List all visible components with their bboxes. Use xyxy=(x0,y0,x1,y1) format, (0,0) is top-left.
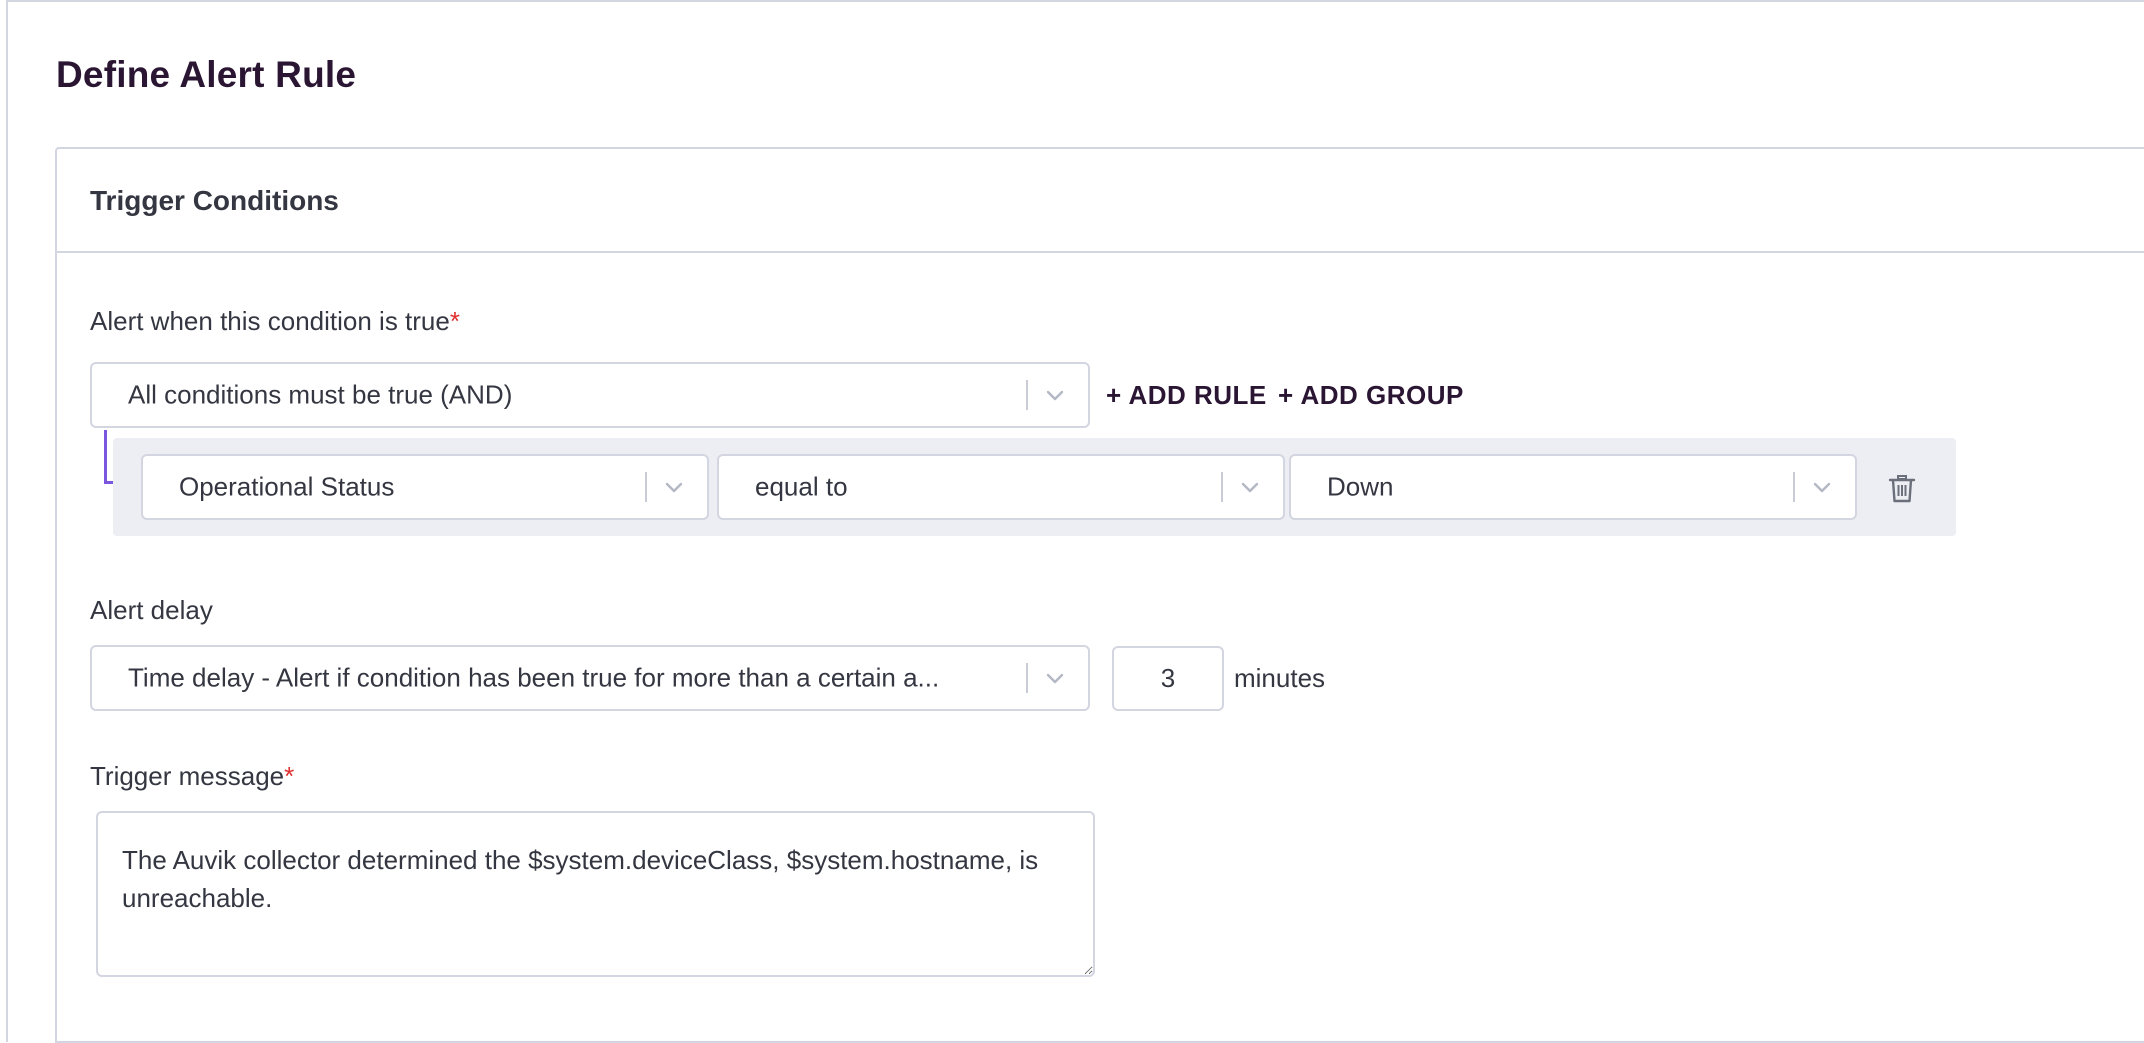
chevron-down-icon xyxy=(665,482,683,493)
trash-icon[interactable] xyxy=(1885,472,1919,506)
chevron-down-icon xyxy=(1046,390,1064,401)
rule-operator-select-value: equal to xyxy=(755,471,848,502)
condition-label: Alert when this condition is true* xyxy=(90,306,460,337)
select-separator xyxy=(1221,472,1223,502)
trigger-message-textarea[interactable]: The Auvik collector determined the $syst… xyxy=(96,811,1095,977)
select-separator xyxy=(1026,663,1028,693)
add-rule-button[interactable]: + ADD RULE xyxy=(1106,380,1267,411)
card-title: Trigger Conditions xyxy=(90,185,339,216)
rule-value-select[interactable]: Down xyxy=(1289,454,1857,520)
select-separator xyxy=(1793,472,1795,502)
alert-rule-page: Define Alert Rule Trigger Conditions Ale… xyxy=(6,0,2144,1043)
page-title: Define Alert Rule xyxy=(56,54,357,95)
rule-value-select-value: Down xyxy=(1327,471,1394,502)
minutes-label: minutes xyxy=(1234,663,1326,693)
alert-delay-select-value: Time delay - Alert if condition has been… xyxy=(128,662,940,693)
add-group-button[interactable]: + ADD GROUP xyxy=(1278,380,1464,411)
trigger-message-label: Trigger message* xyxy=(90,761,294,792)
trigger-message-label-text: Trigger message xyxy=(90,761,285,791)
required-mark: * xyxy=(284,761,295,791)
combinator-select[interactable]: All conditions must be true (AND) xyxy=(90,362,1090,428)
delay-minutes-input[interactable] xyxy=(1112,646,1224,711)
condition-label-text: Alert when this condition is true xyxy=(90,306,450,336)
alert-delay-select[interactable]: Time delay - Alert if condition has been… xyxy=(90,645,1090,711)
select-separator xyxy=(1026,380,1028,410)
rule-operator-select[interactable]: equal to xyxy=(717,454,1285,520)
card-header: Trigger Conditions xyxy=(57,149,2144,253)
alert-delay-label: Alert delay xyxy=(90,595,213,625)
rule-field-select-value: Operational Status xyxy=(179,471,395,502)
required-mark: * xyxy=(449,306,460,336)
rule-field-select[interactable]: Operational Status xyxy=(141,454,709,520)
chevron-down-icon xyxy=(1241,482,1259,493)
chevron-down-icon xyxy=(1813,482,1831,493)
select-separator xyxy=(645,472,647,502)
chevron-down-icon xyxy=(1046,673,1064,684)
combinator-select-value: All conditions must be true (AND) xyxy=(128,379,513,410)
